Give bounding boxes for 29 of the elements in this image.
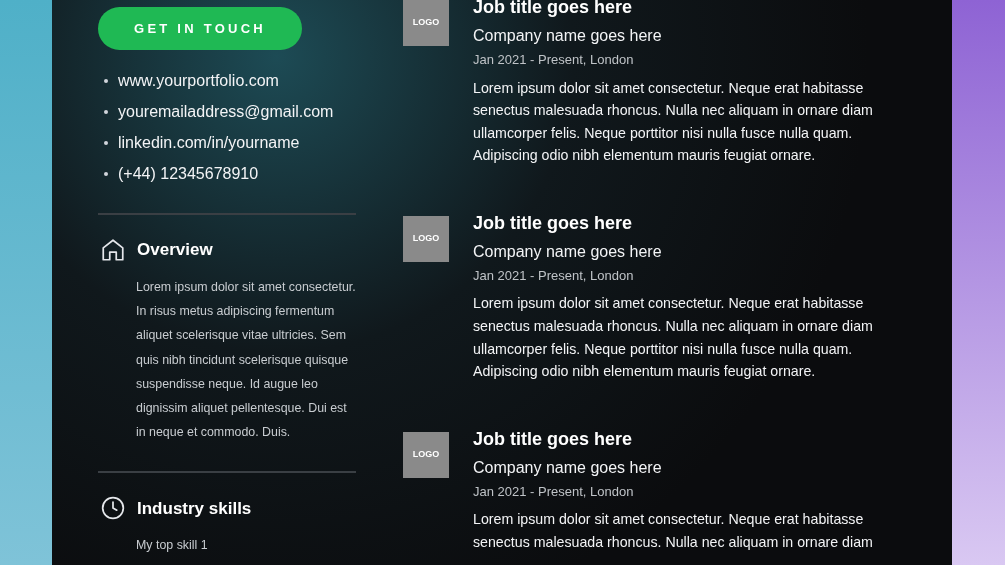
job-dates: Jan 2021 - Present, London [473, 51, 635, 69]
job-title: Job title goes here [473, 0, 634, 19]
job-title: Job title goes here [473, 427, 634, 451]
company-name: Company name goes here [473, 241, 663, 262]
bullet-icon [104, 110, 108, 114]
section-title: Industry skills [137, 497, 252, 520]
job-title: Job title goes here [473, 211, 634, 235]
job-description: Lorem ipsum dolor sit amet consectetur. Neque erat habitasse senectus malesuada rhoncus. Nulla nec aliquam in ornare diam ullamcorper felis. Neque porttitor nisi nulla fusce nulla quam. Adipiscing odio nibh elementum mauris feugiat ornare. [473, 78, 874, 166]
job-dates: Jan 2021 - Present, London [473, 266, 635, 285]
bullet-icon [104, 172, 108, 176]
section-text: Lorem ipsum dolor sit amet consectetur. In risus metus adipiscing fermentum aliquet scelerisque vitae ultricies. Sem quis nibh tincidunt scelerisque quisque suspendisse neque. Id augue leo dignissim aliquet pellentesque. Dui est in neque et commodo. Duis. [136, 279, 357, 442]
job-description: Lorem ipsum dolor sit amet consectetur. Neque erat habitasse senectus malesuada rhoncus. Nulla nec aliquam in ornare diam [473, 510, 874, 552]
company-name: Company name goes here [473, 457, 663, 478]
job-dates: Jan 2021 - Present, London [473, 482, 635, 501]
clock-icon [100, 495, 126, 522]
contact-link[interactable]: www.yourportfolio.com [118, 69, 279, 93]
bullet-icon [104, 79, 108, 83]
logo-label: LOGO [412, 16, 440, 30]
home-icon [100, 237, 126, 263]
job-description: Lorem ipsum dolor sit amet consectetur. Neque erat habitasse senectus malesuada rhoncus. Nulla nec aliquam in ornare diam ullamcorper felis. Neque porttitor nisi nulla fusce nulla quam. Adipiscing odio nibh elementum mauris feugiat ornare. [473, 294, 874, 382]
contact-link[interactable]: (+44) 12345678910 [118, 162, 259, 186]
company-name: Company name goes here [473, 26, 663, 46]
contact-link[interactable]: youremailaddress@gmail.com [118, 100, 334, 124]
contact-link[interactable]: linkedin.com/in/yourname [118, 131, 300, 155]
logo-label: LOGO [412, 448, 440, 461]
section-text: My top skill 1 [136, 537, 209, 555]
bullet-icon [104, 141, 108, 145]
section-title: Overview [137, 239, 213, 262]
logo-label: LOGO [412, 232, 440, 246]
